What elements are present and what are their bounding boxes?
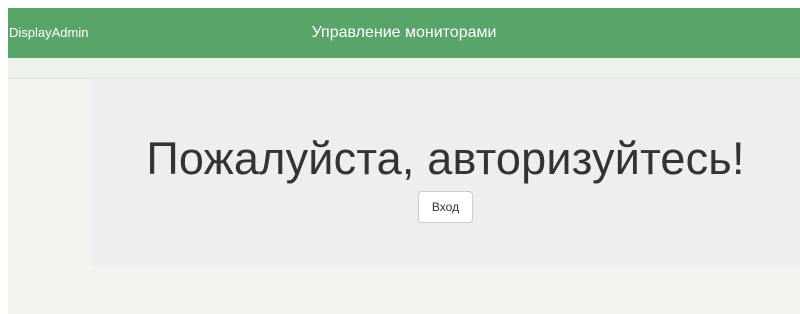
page-title: Управление мониторами	[311, 24, 497, 41]
login-jumbotron: Пожалуйста, авторизуйтесь! Вход	[91, 79, 800, 266]
login-button[interactable]: Вход	[417, 191, 474, 223]
login-prompt-heading: Пожалуйста, авторизуйтесь!	[146, 133, 745, 184]
top-navbar: DisplayAdmin Управление мониторами	[8, 8, 800, 58]
subheader-bar	[8, 58, 800, 79]
app-frame: DisplayAdmin Управление мониторами Пожал…	[8, 8, 800, 314]
